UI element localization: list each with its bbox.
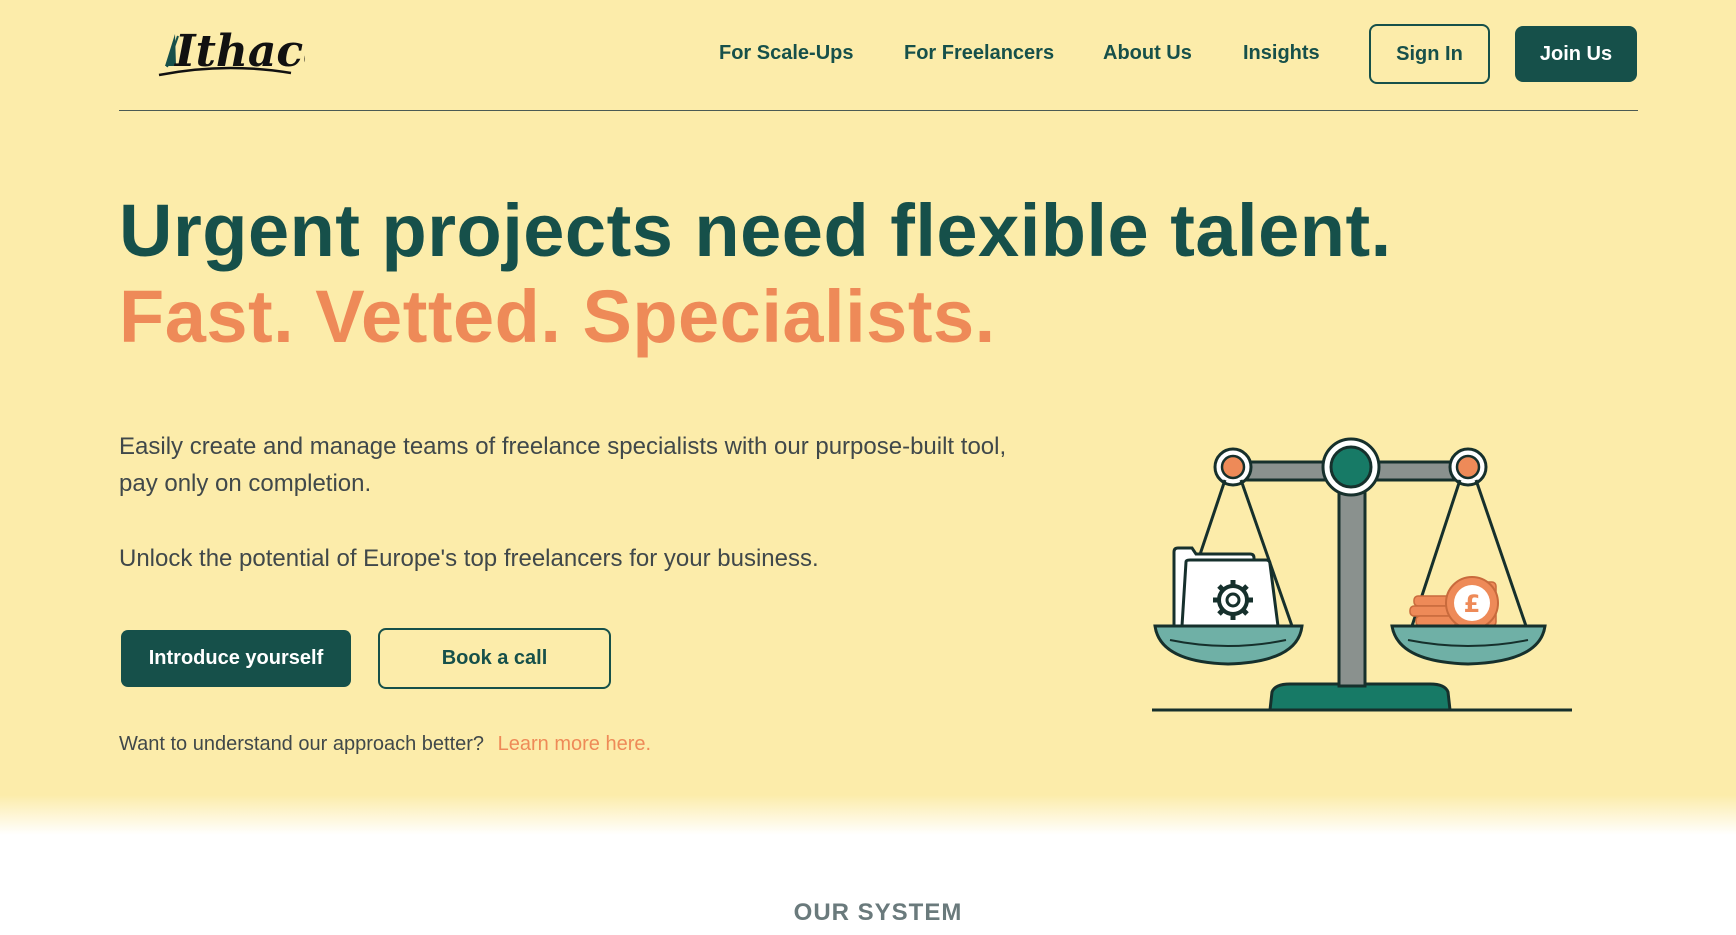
introduce-yourself-button[interactable]: Introduce yourself (121, 630, 351, 687)
svg-text:£: £ (1464, 590, 1481, 618)
hero-description: Easily create and manage teams of freela… (119, 433, 1007, 497)
learn-more-row: Want to understand our approach better? … (119, 733, 651, 756)
nav-link-freelancers[interactable]: For Freelancers (904, 42, 1054, 65)
learn-more-link[interactable]: Learn more here. (498, 733, 651, 755)
balance-scale-illustration: £ (1130, 400, 1600, 730)
hero-headline: Urgent projects need flexible talent. (119, 189, 1392, 272)
balance-scale-icon: £ (1152, 437, 1572, 712)
learn-more-prompt: Want to understand our approach better? (119, 733, 485, 755)
hero-subheadline: Fast. Vetted. Specialists. (119, 275, 996, 358)
our-system-heading: OUR SYSTEM (793, 899, 963, 926)
book-a-call-button[interactable]: Book a call (378, 628, 611, 689)
nav-link-about-us[interactable]: About Us (1103, 42, 1192, 65)
join-us-button[interactable]: Join Us (1515, 26, 1637, 82)
pound-coins-icon: £ (1409, 576, 1499, 630)
nav-link-scale-ups[interactable]: For Scale-Ups (719, 42, 853, 65)
hero-tagline: Unlock the potential of Europe's top fre… (119, 545, 819, 572)
sail-icon: Ithaca (158, 26, 305, 77)
gear-folder-icon (1172, 546, 1280, 628)
ithaca-logo[interactable]: Ithaca (145, 18, 305, 88)
top-navbar: Ithaca For Scale-Ups For Freelancers Abo… (119, 0, 1638, 111)
hero-section: Ithaca For Scale-Ups For Freelancers Abo… (0, 0, 1736, 835)
nav-link-insights[interactable]: Insights (1243, 42, 1320, 65)
sign-in-button[interactable]: Sign In (1369, 24, 1490, 84)
